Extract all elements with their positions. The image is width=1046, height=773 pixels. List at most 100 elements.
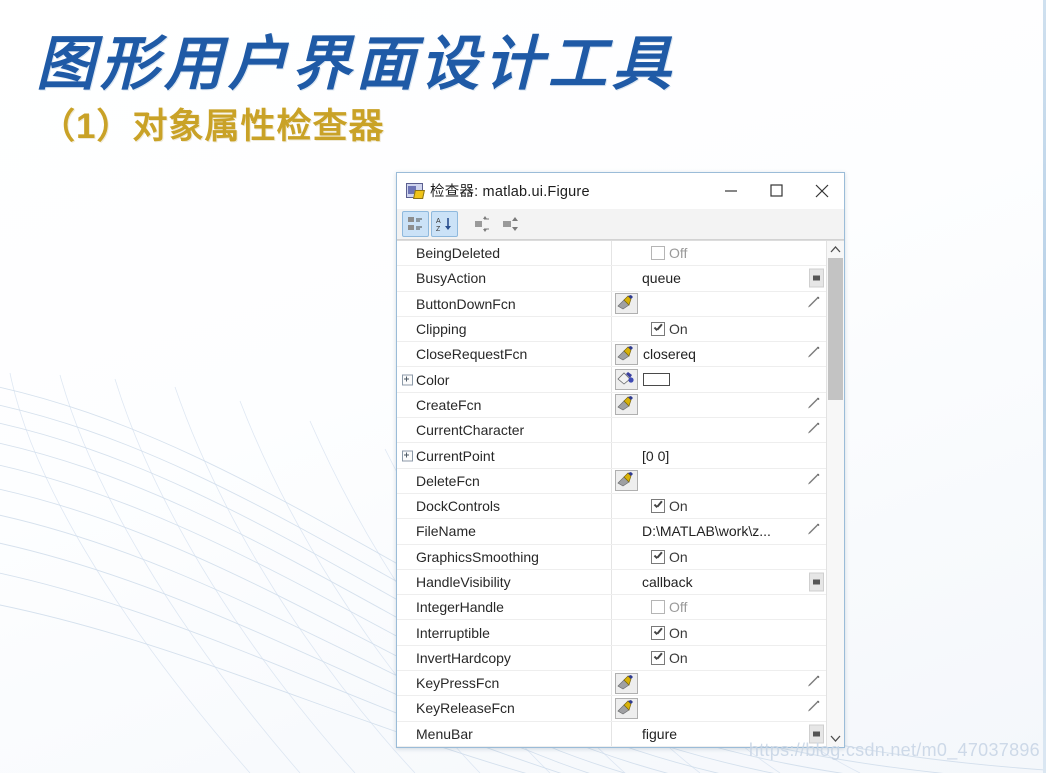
function-handle-button[interactable] [615, 470, 638, 492]
property-value-cell[interactable]: On [612, 646, 826, 670]
property-name-cell[interactable]: DeleteFcn [397, 468, 612, 493]
property-name-cell[interactable]: IntegerHandle [397, 595, 612, 620]
property-name-cell[interactable]: InvertHardcopy [397, 645, 612, 671]
property-value-cell[interactable]: On [612, 620, 826, 644]
checkbox-value[interactable]: On [651, 498, 688, 514]
property-value-cell[interactable] [612, 696, 826, 720]
minimize-button[interactable] [709, 174, 754, 208]
property-row[interactable]: Interruptible On [397, 620, 826, 646]
dropdown-button[interactable] [809, 572, 824, 592]
checkbox-checked-icon[interactable] [651, 625, 665, 640]
function-handle-button[interactable] [615, 394, 638, 416]
alphabetical-sort-button[interactable]: A Z [431, 211, 458, 237]
property-row[interactable]: KeyPressFcn [397, 671, 826, 697]
property-value-cell[interactable] [612, 469, 826, 493]
property-value-cell[interactable]: queue [612, 266, 826, 290]
property-name-cell[interactable]: ButtonDownFcn [397, 291, 612, 316]
property-value-cell[interactable]: Off [612, 241, 826, 265]
property-value-cell[interactable]: On [612, 317, 826, 341]
expand-plus-icon[interactable] [402, 450, 413, 462]
property-value-cell[interactable]: [0 0] [612, 443, 826, 467]
expand-plus-icon[interactable] [402, 374, 413, 386]
categorized-sort-button[interactable] [402, 211, 429, 237]
edit-pencil-icon[interactable] [807, 346, 820, 362]
property-row[interactable]: DockControls On [397, 493, 826, 520]
property-row[interactable]: Color [397, 367, 826, 393]
checkbox-value[interactable]: On [651, 625, 688, 641]
property-name-cell[interactable]: KeyReleaseFcn [397, 696, 612, 721]
property-name-cell[interactable]: MenuBar [397, 721, 612, 746]
property-row[interactable]: CurrentPoint [0 0] [397, 443, 826, 469]
edit-pencil-icon[interactable] [807, 700, 820, 716]
dropdown-button[interactable] [809, 268, 824, 288]
edit-pencil-icon[interactable] [807, 397, 820, 412]
property-name-cell[interactable]: CloseRequestFcn [397, 342, 612, 367]
property-row[interactable]: CurrentCharacter [397, 418, 826, 444]
edit-pencil-icon[interactable] [807, 675, 820, 691]
property-value-cell[interactable]: D:\MATLAB\work\z... [612, 519, 826, 543]
edit-pencil-icon[interactable] [807, 523, 820, 539]
property-row[interactable]: FileName D:\MATLAB\work\z... [397, 519, 826, 545]
property-value-cell[interactable]: callback [612, 570, 826, 594]
property-row[interactable]: InvertHardcopy On [397, 645, 826, 672]
property-row[interactable]: BeingDeleted Off [397, 241, 826, 267]
color-swatch[interactable] [643, 373, 670, 387]
property-value-cell[interactable]: Off [612, 595, 826, 619]
property-name-cell[interactable]: BusyAction [397, 266, 612, 291]
property-name-cell[interactable]: FileName [397, 519, 612, 544]
property-row[interactable]: DeleteFcn [397, 468, 826, 494]
property-value-cell[interactable] [612, 292, 826, 316]
property-row[interactable]: CloseRequestFcn closereq [397, 342, 826, 368]
property-row[interactable]: ButtonDownFcn [397, 291, 826, 317]
property-name-cell[interactable]: GraphicsSmoothing [397, 544, 612, 569]
checkbox-value[interactable]: On [651, 549, 688, 565]
checkbox-checked-icon[interactable] [651, 322, 665, 337]
property-name-cell[interactable]: Color [397, 367, 612, 392]
property-row[interactable]: CreateFcn [397, 392, 826, 419]
function-handle-button[interactable] [615, 672, 638, 694]
checkbox-checked-icon[interactable] [651, 549, 665, 564]
property-name-cell[interactable]: DockControls [397, 493, 612, 519]
checkbox-checked-icon[interactable] [651, 499, 665, 514]
color-picker-button[interactable] [615, 369, 638, 391]
property-pages-button[interactable] [469, 211, 496, 237]
property-name-cell[interactable]: HandleVisibility [397, 569, 612, 595]
property-row[interactable]: KeyReleaseFcn [397, 696, 826, 722]
checkbox-unchecked-icon[interactable] [651, 600, 665, 615]
function-handle-button[interactable] [615, 697, 638, 719]
checkbox-unchecked-icon[interactable] [651, 246, 665, 261]
scroll-up-button[interactable] [827, 241, 844, 258]
scrollbar-track[interactable] [827, 258, 844, 730]
property-value-cell[interactable]: closereq [612, 342, 826, 366]
property-name-cell[interactable]: BeingDeleted [397, 241, 612, 266]
checkbox-value[interactable]: On [651, 650, 688, 666]
function-handle-button[interactable] [615, 293, 638, 315]
window-titlebar[interactable]: 检查器: matlab.ui.Figure [397, 173, 844, 209]
property-name-cell[interactable]: KeyPressFcn [397, 671, 612, 696]
property-name-cell[interactable]: CreateFcn [397, 392, 612, 418]
edit-pencil-icon[interactable] [807, 422, 820, 438]
checkbox-value[interactable]: On [651, 321, 688, 337]
property-row[interactable]: IntegerHandle Off [397, 595, 826, 621]
property-name-cell[interactable]: CurrentCharacter [397, 418, 612, 443]
property-order-button[interactable] [498, 211, 525, 237]
property-row[interactable]: GraphicsSmoothing On [397, 544, 826, 570]
checkbox-value[interactable]: Off [651, 599, 687, 615]
checkbox-checked-icon[interactable] [651, 650, 665, 665]
property-value-cell[interactable] [612, 393, 826, 417]
property-row[interactable]: Clipping On [397, 316, 826, 343]
property-value-cell[interactable]: On [612, 494, 826, 518]
vertical-scrollbar[interactable] [826, 241, 844, 747]
property-value-cell[interactable] [612, 418, 826, 442]
property-name-cell[interactable]: CurrentPoint [397, 443, 612, 468]
scrollbar-thumb[interactable] [828, 258, 843, 400]
checkbox-value[interactable]: Off [651, 245, 687, 261]
edit-pencil-icon[interactable] [807, 296, 820, 311]
property-name-cell[interactable]: Clipping [397, 316, 612, 342]
close-button[interactable] [799, 174, 844, 208]
property-row[interactable]: HandleVisibility callback [397, 569, 826, 596]
property-value-cell[interactable] [612, 367, 826, 391]
property-name-cell[interactable]: Interruptible [397, 620, 612, 645]
property-grid[interactable]: BeingDeleted Off BusyAction queue ButtonDown… [397, 241, 826, 747]
edit-pencil-icon[interactable] [807, 473, 820, 488]
